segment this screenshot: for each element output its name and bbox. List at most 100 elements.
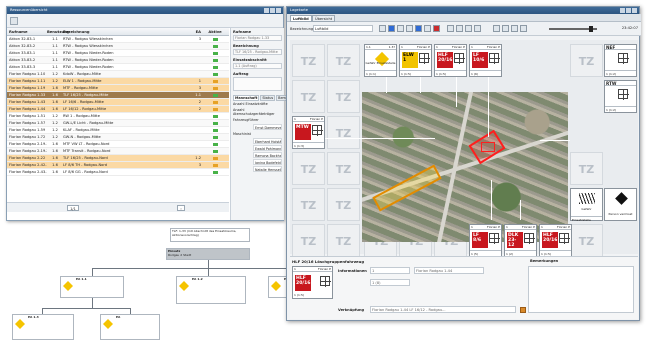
diagram-ea-box[interactable]: EA 1.1 (60, 276, 124, 298)
aerial-photo[interactable] (362, 92, 568, 242)
fire-core-area[interactable] (481, 142, 495, 152)
zoom-fit-icon[interactable] (474, 25, 481, 32)
crew-member[interactable]: Janina Bodefeld (253, 159, 282, 165)
maximize-icon[interactable] (626, 8, 631, 13)
table-row[interactable]: Florian Rodgau 1-51 1.2 RW 1 - Rodgau-Mitt… (7, 113, 229, 120)
zoom-area-icon[interactable] (465, 25, 472, 32)
tab-mannschaft[interactable]: Mannschaft (233, 95, 260, 101)
play-icon[interactable] (511, 25, 518, 32)
table-row[interactable]: Florian Rodgau 1-57 1.2 GW-L/E Licht - Rod… (7, 120, 229, 127)
detail-abschnitt-field[interactable]: 1.1 (Auftrag) (233, 63, 282, 69)
tz-slot[interactable]: TZ (327, 44, 360, 77)
table-row[interactable]: Florian Rodgau 1-44 1.6 LF 16/12 - Rodgau-… (7, 106, 229, 113)
link-button[interactable] (520, 307, 526, 313)
table-row[interactable]: Akkon 33-83-3 1.1 RTW - Rodgau Nieder-Rode… (7, 64, 229, 71)
refresh-button[interactable] (10, 17, 18, 25)
tz-slot[interactable]: TZ (327, 116, 360, 149)
fahrzeugfuehrer-value[interactable]: Ernst Dammeyer (253, 124, 282, 130)
close-icon[interactable] (632, 8, 637, 13)
tz-slot[interactable]: TZ (570, 224, 603, 257)
table-row[interactable]: Akkon 33-83-1 1.1 RTW - Rodgau Nieder-Rode… (7, 50, 229, 57)
diagram-center-box[interactable]: Einsatz Rodgau 2 Stadt (166, 248, 250, 260)
unit-card-hlf2[interactable]: 1 Florian P HLF 20/16 1 (1:5) (539, 224, 572, 257)
hazard-zone-area[interactable] (372, 164, 442, 212)
table-row[interactable]: Florian Rodgau 1-19 1.6 MTF - Rodgau-Mitte… (7, 85, 229, 92)
maximize-icon[interactable] (270, 8, 275, 13)
diagram-top-box[interactable]: TLF: 1-33 (mit Abschnitt des Einsatzraum… (170, 228, 250, 242)
table-row[interactable]: Akkon 32-83-2 1.1 RTW - Rodgau Wiesskirche… (7, 43, 229, 50)
table-row[interactable]: Florian Rodgau 1-72 1.2 GW-N - Rodgau-Mitt… (7, 134, 229, 141)
first-frame-icon[interactable] (493, 25, 500, 32)
map-canvas[interactable]: TZ TZ TZ TZ TZ TZ TZ TZ TZ TZ TZ TZ TZ T… (290, 40, 638, 257)
minimize-icon[interactable] (264, 8, 269, 13)
timeline-knob[interactable] (589, 26, 593, 32)
tz-slot[interactable]: TZ (292, 44, 325, 77)
bezeichnung-input[interactable]: Luftbild (313, 25, 373, 32)
table-row[interactable]: Florian Rodgau 1-59 1.2 KLAF - Rodgau-Mitt… (7, 127, 229, 134)
detail-bezeichnung-field[interactable]: TLF 16/25 - Rodgau-Mitte (233, 49, 282, 55)
diagram-ea-box[interactable]: EA 1.2 (176, 276, 246, 304)
tz-slot[interactable]: TZ (292, 152, 325, 185)
table-row[interactable]: Florian Rodgau 2-42-1 1.6 LF 8/6 TH - Rodg… (7, 162, 229, 169)
draw-tool-icon[interactable] (397, 25, 404, 32)
text-tool-icon[interactable] (424, 25, 431, 32)
tab-status[interactable]: Status (260, 95, 276, 101)
detail-auftrag-field[interactable] (233, 77, 282, 91)
tz-slot[interactable]: TZ (327, 224, 360, 257)
tz-slot[interactable]: TZ (327, 80, 360, 113)
crew-member[interactable]: Eberhard Holstätter (253, 138, 282, 144)
table-row[interactable]: Florian Rodgau 2-43-1 1.6 LF 8/6 GG - Rodg… (7, 169, 229, 176)
table-row[interactable]: Akkon 32-83-1 1.1 RTW - Rodgau Wiesskirche… (7, 36, 229, 43)
table-row[interactable]: Florian Rodgau 2-22 1.6 TLF 16/25 - Rodgau… (7, 155, 229, 162)
table-row[interactable]: Florian Rodgau 1-10 1.2 KdoW - Rodgau-Mitt… (7, 71, 229, 78)
table-row[interactable]: Akkon 33-83-2 1.1 RTW - Rodgau Nieder-Rode… (7, 57, 229, 64)
person-missing-card[interactable]: Person vermisst (604, 188, 637, 221)
table-row[interactable]: Florian Rodgau 1-43 1.6 LF 16/6 - Rodgau-M… (7, 99, 229, 106)
info-field-callsign[interactable]: Florian Rodgau 1-44 (414, 267, 484, 274)
map-titlebar[interactable]: Lagekarte (287, 7, 639, 14)
page-next-button[interactable]: › (177, 205, 185, 211)
minimize-icon[interactable] (620, 8, 625, 13)
tz-slot[interactable]: TZ (292, 80, 325, 113)
zoom-out-icon[interactable] (456, 25, 463, 32)
tz-slot[interactable]: TZ (570, 152, 603, 185)
info-field-strength[interactable]: 1 (8) (370, 279, 410, 286)
unit-card-elw1[interactable]: 1 Florian P ELW 1 1 (1:5) (399, 44, 432, 77)
detail-rufname-field[interactable]: Florian Rodgau 1-33 (233, 35, 282, 41)
info-field[interactable]: 1 (370, 267, 410, 274)
diagram-ea-box[interactable]: EA (100, 314, 160, 340)
table-row[interactable]: Florian Rodgau 2-19-2 1.6 MTF Transit - Ro… (7, 148, 229, 155)
unit-card-rtw[interactable]: RTW 1 (1:2) (604, 80, 637, 113)
tz-slot[interactable]: TZ (327, 152, 360, 185)
page-select[interactable]: 1/1 (67, 205, 79, 211)
unit-card-nef[interactable]: NEF 1 (1:2) (604, 44, 637, 77)
col-ea[interactable]: EA (179, 28, 203, 35)
unit-card-elw[interactable]: 1.1 1.3? Gefahr Einsatzstelle 1 (1:1) (364, 44, 397, 77)
next-frame-icon[interactable] (520, 25, 527, 32)
unit-card-lf86[interactable]: 1 Florian P LF 8/6 1 (5) (469, 224, 502, 257)
crew-member[interactable]: Natalie Hensselhoye (253, 166, 282, 172)
diagram-ea-box[interactable]: EA 1.3 (12, 314, 74, 340)
tz-slot[interactable]: TZ (292, 224, 325, 257)
table-row[interactable]: Florian Rodgau 1-33 1.6 TLF 16/25 - Rodgau… (7, 92, 229, 99)
unit-card-mtw[interactable]: 1 Florian P MTW 1 (1:3) (292, 116, 325, 149)
col-aktive[interactable]: Aktive (203, 28, 227, 35)
tab-uebersicht[interactable]: Übersicht (312, 15, 336, 22)
unit-card-hlf[interactable]: 1 Florian P HLF 20/16 1 (1:5) (434, 44, 467, 77)
col-rufname[interactable]: Rufname (7, 28, 47, 35)
close-icon[interactable] (276, 8, 281, 13)
tab-luftbild[interactable]: Luftbild (290, 15, 312, 22)
prev-frame-icon[interactable] (502, 25, 509, 32)
table-row[interactable]: Florian Rodgau 1-11 1.2 ELW 1 - Rodgau-Mit… (7, 78, 229, 85)
tz-slot[interactable]: TZ (570, 44, 603, 77)
select-tool-icon[interactable] (388, 25, 395, 32)
unit-detail-symbol[interactable]: 1 Florian P HLF 20/16 1 (1:5) (292, 266, 333, 299)
tz-slot[interactable]: TZ (292, 188, 325, 221)
unit-card-dlk[interactable]: 1 Florian P DLK 23-12 1 (2) (504, 224, 537, 257)
line-tool-icon[interactable] (406, 25, 413, 32)
unit-card-lf[interactable]: 1 Florian P LF 10/6 1 (6) (469, 44, 502, 77)
zoom-in-icon[interactable] (447, 25, 454, 32)
timeline-slider[interactable] (549, 26, 597, 32)
col-bezeichnung[interactable]: Bezeichnung (63, 28, 179, 35)
area-tool-icon[interactable] (415, 25, 422, 32)
